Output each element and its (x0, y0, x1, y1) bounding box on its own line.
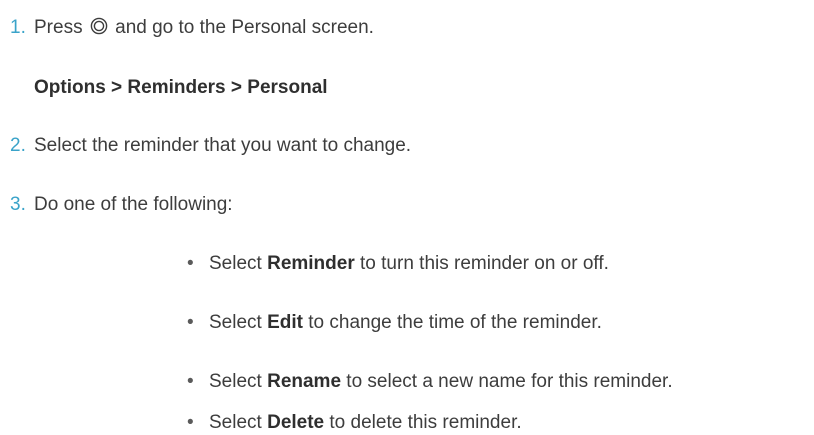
option-prefix: Select (209, 371, 262, 392)
step-number: 3. (10, 194, 26, 215)
option-prefix: Select (209, 253, 262, 274)
navigation-path: Options > Reminders > Personal (34, 77, 328, 98)
option-name: Delete (267, 412, 325, 433)
option-description: to select a new name for this reminder. (346, 371, 673, 392)
step-3-text: Do one of the following: (34, 194, 233, 215)
option-prefix: Select (209, 312, 262, 333)
option-item-edit: • Select Edit to change the time of the r… (187, 311, 602, 335)
option-item-rename: • Select Rename to select a new name for … (187, 370, 673, 394)
option-item-delete: • Select Delete to delete this reminder. (187, 411, 522, 435)
step-1-text-before: Press (34, 17, 83, 38)
step-1-text-after: and go to the Personal screen. (115, 17, 374, 38)
step-1: 1. Press and go to the Personal screen. (10, 16, 374, 42)
option-item-reminder: • Select Reminder to turn this reminder o… (187, 252, 609, 276)
bullet: • (187, 371, 194, 392)
option-description: to change the time of the reminder. (308, 312, 602, 333)
option-description: to turn this reminder on or off. (360, 253, 609, 274)
step-3: 3. Do one of the following: (10, 193, 233, 217)
step-2: 2. Select the reminder that you want to c… (10, 134, 411, 158)
home-button-icon (90, 17, 108, 42)
step-number: 1. (10, 17, 26, 38)
option-description: to delete this reminder. (329, 412, 522, 433)
option-name: Reminder (267, 253, 355, 274)
bullet: • (187, 412, 194, 433)
step-number: 2. (10, 135, 26, 156)
option-name: Edit (267, 312, 303, 333)
option-prefix: Select (209, 412, 262, 433)
bullet: • (187, 312, 194, 333)
option-name: Rename (267, 371, 342, 392)
bullet: • (187, 253, 194, 274)
step-2-text: Select the reminder that you want to cha… (34, 135, 412, 156)
